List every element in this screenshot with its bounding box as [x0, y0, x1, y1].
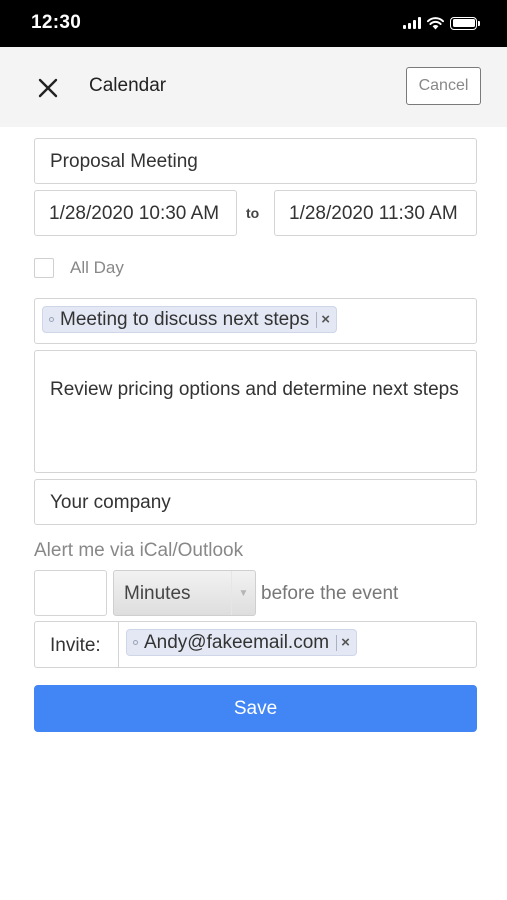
close-icon	[38, 78, 58, 98]
all-day-checkbox[interactable]	[34, 258, 54, 278]
invite-tag-label: Andy@fakeemail.com	[144, 631, 330, 653]
cellular-signal-icon	[403, 17, 421, 29]
invite-label: Invite:	[50, 635, 101, 656]
wifi-icon	[427, 16, 444, 29]
close-button[interactable]	[30, 70, 66, 106]
date-range-separator: to	[246, 205, 260, 221]
app-header: Calendar Cancel	[0, 47, 507, 127]
invite-tag: Andy@fakeemail.com ×	[126, 629, 357, 656]
tag-dot-icon	[49, 317, 54, 322]
alert-amount-input[interactable]	[34, 570, 107, 616]
subject-tag: Meeting to discuss next steps ×	[42, 306, 338, 333]
subject-tags-input[interactable]: Meeting to discuss next steps ×	[34, 298, 477, 344]
alert-label: Alert me via iCal/Outlook	[34, 540, 244, 561]
all-day-label: All Day	[70, 258, 124, 277]
cancel-button[interactable]: Cancel	[406, 67, 481, 105]
battery-icon	[450, 16, 480, 30]
alert-unit-value: Minutes	[124, 583, 191, 604]
alert-unit-select[interactable]: Minutes ▼	[113, 570, 256, 616]
tag-divider	[336, 634, 338, 651]
status-icons	[403, 15, 480, 31]
status-bar: 12:30	[0, 0, 507, 47]
event-title-input[interactable]: Proposal Meeting	[34, 138, 477, 184]
description-textarea[interactable]: Review pricing options and determine nex…	[34, 350, 477, 473]
remove-tag-icon[interactable]: ×	[341, 634, 350, 651]
page-title: Calendar	[89, 75, 167, 96]
tag-dot-icon	[133, 640, 138, 645]
save-button[interactable]: Save	[34, 685, 477, 732]
alert-suffix-label: before the event	[261, 583, 399, 604]
subject-tag-label: Meeting to discuss next steps	[60, 308, 310, 330]
invite-label-box: Invite:	[34, 621, 119, 668]
invite-tags-input[interactable]: Andy@fakeemail.com ×	[118, 621, 477, 668]
chevron-down-icon: ▼	[231, 571, 255, 615]
end-date-input[interactable]: 1/28/2020 11:30 AM	[274, 190, 477, 236]
tag-divider	[316, 311, 318, 328]
remove-tag-icon[interactable]: ×	[321, 311, 330, 328]
location-input[interactable]: Your company	[34, 479, 477, 525]
start-date-input[interactable]: 1/28/2020 10:30 AM	[34, 190, 237, 236]
status-time: 12:30	[31, 12, 82, 33]
